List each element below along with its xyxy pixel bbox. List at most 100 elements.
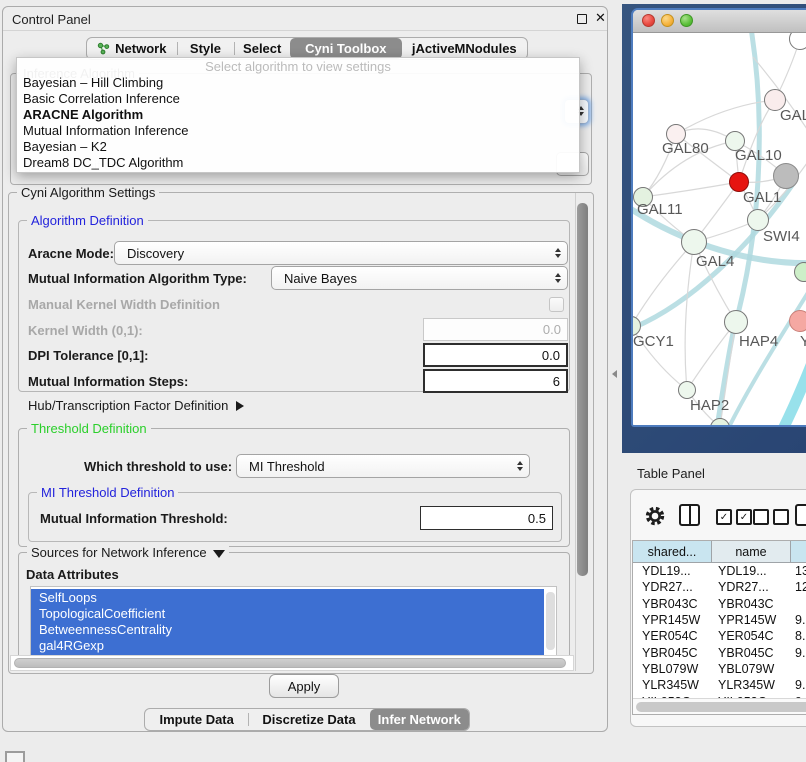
network-canvas[interactable]: GAL GAL80 GAL10 GAL1 GAL11 SWI4 GAL4 GCY… [633,33,806,427]
which-threshold-combobox[interactable]: MI Threshold [236,454,530,478]
table-row[interactable]: YDL19...YDL19...13 [633,563,806,579]
control-panel-titlebar[interactable] [3,7,607,31]
kernel-width-field[interactable]: 0.0 [423,318,568,341]
window-maximize-icon[interactable] [577,14,587,24]
node-y-clipped-salmon[interactable] [789,310,806,332]
cell[interactable]: 13 [791,564,806,578]
cell[interactable]: YDR27... [633,580,712,594]
data-attributes-label: Data Attributes [26,567,119,582]
node-label-gal1: GAL1 [743,189,781,206]
manual-kernel-checkbox[interactable] [549,297,564,312]
mi-steps-field[interactable]: 6 [423,369,568,393]
cell[interactable]: YDL19... [633,564,712,578]
table-hscrollbar-thumb[interactable] [636,702,806,712]
tab-cyni-toolbox[interactable]: Cyni Toolbox [290,38,402,59]
table-row[interactable]: YBR045CYBR045C9. [633,644,806,660]
column-header-name[interactable]: name [712,541,791,562]
table-row[interactable]: YER054CYER054C8. [633,628,806,644]
splitter-collapse-icon[interactable] [612,370,617,378]
list-vscrollbar-thumb[interactable] [546,592,555,650]
settings-hscrollbar-thumb[interactable] [14,658,566,668]
apply-button-label: Apply [288,679,321,694]
hub-definition-expander[interactable]: Hub/Transcription Factor Definition [28,398,244,413]
document-icon[interactable] [795,504,806,526]
settings-vscrollbar-thumb[interactable] [577,203,588,576]
table-row[interactable]: YPR145WYPR145W9. [633,612,806,628]
menu-item-bayesian-hill-climbing[interactable]: Bayesian – Hill Climbing [17,75,579,91]
mac-close-icon[interactable] [642,14,655,27]
menu-item-basic-correlation[interactable]: Basic Correlation Inference [17,91,579,107]
combo-stepper-icon [555,273,561,283]
mi-threshold-field[interactable]: 0.5 [420,506,553,530]
menu-item-bayesian-k2[interactable]: Bayesian – K2 [17,139,579,155]
menu-item-aracne[interactable]: ARACNE Algorithm [17,107,579,123]
mi-type-combobox[interactable]: Naive Bayes [271,266,568,290]
tab-impute-data-label: Impute Data [159,712,233,727]
cell[interactable]: YBR045C [712,646,791,660]
cell[interactable]: 9. [791,646,806,660]
list-item-topologicalcoefficient[interactable]: TopologicalCoefficient [39,606,165,621]
tab-style[interactable]: Style [177,38,235,59]
kernel-width-label: Kernel Width (0,1): [28,323,143,338]
cell[interactable]: YER054C [633,629,712,643]
node-unlabeled-gray[interactable] [773,163,799,189]
list-item-betweennesscentrality[interactable]: BetweennessCentrality [39,622,172,637]
cell[interactable]: 12 [791,580,806,594]
node-hap4[interactable] [724,310,748,334]
column-header-sharedname[interactable]: shared... [633,541,712,562]
tab-network[interactable]: Network [87,38,177,59]
cell[interactable]: YBR045C [633,646,712,660]
table-row[interactable]: YLR345WYLR345W9. [633,677,806,693]
tab-impute-data[interactable]: Impute Data [145,709,248,730]
network-window-titlebar[interactable] [633,10,806,33]
dpi-tolerance-label: DPI Tolerance [0,1]: [28,348,148,363]
tab-infer-network[interactable]: Infer Network [370,709,469,730]
mi-type-value: Naive Bayes [284,271,551,286]
tab-select-label: Select [243,41,281,56]
cell[interactable]: YDL19... [712,564,791,578]
mi-type-label: Mutual Information Algorithm Type: [28,271,247,286]
aracne-mode-combobox[interactable]: Discovery [114,241,568,265]
cell[interactable]: 9. [791,613,806,627]
node-gal4[interactable] [681,229,707,255]
cell[interactable]: 8. [791,629,806,643]
menu-item-dream8[interactable]: Dream8 DC_TDC Algorithm [17,155,579,171]
table-row[interactable]: YBR043CYBR043C [633,596,806,612]
gear-icon[interactable] [644,505,666,532]
clipped-panel-icon[interactable] [5,751,25,762]
cell[interactable]: YER054C [712,629,791,643]
cell[interactable]: YLR345W [712,678,791,692]
table-hscrollbar-track[interactable] [633,698,806,714]
cell[interactable]: YDR27... [712,580,791,594]
mac-zoom-icon[interactable] [680,14,693,27]
cell[interactable]: YPR145W [633,613,712,627]
dpi-tolerance-field[interactable]: 0.0 [423,343,568,367]
cell[interactable]: YBR043C [712,597,791,611]
tab-select[interactable]: Select [234,38,290,59]
window-close-icon[interactable]: ✕ [595,10,606,26]
column-header-clipped[interactable] [791,541,806,562]
tab-jactivemnodules[interactable]: jActiveMNodules [402,38,527,59]
cell[interactable]: YBL079W [712,662,791,676]
menu-item-mutual-information[interactable]: Mutual Information Inference [17,123,579,139]
mac-minimize-icon[interactable] [661,14,674,27]
cell[interactable]: 9. [791,678,806,692]
tab-discretize-data[interactable]: Discretize Data [248,709,369,730]
cell[interactable]: YBL079W [633,662,712,676]
list-item-selfloops[interactable]: SelfLoops [39,590,97,605]
tab-cyni-toolbox-label: Cyni Toolbox [305,41,386,56]
data-attributes-list[interactable]: SelfLoops TopologicalCoefficient Between… [30,586,557,656]
unchecked-pair-icon[interactable] [753,509,789,525]
cell[interactable]: YPR145W [712,613,791,627]
cell[interactable]: YBR043C [633,597,712,611]
threshold-definition-title: Threshold Definition [27,421,151,436]
table-row[interactable]: YDR27...YDR27...12 [633,579,806,595]
list-item-gal4rgexp[interactable]: gal4RGexp [39,638,104,653]
cell[interactable]: YLR345W [633,678,712,692]
apply-button[interactable]: Apply [269,674,339,698]
table-row[interactable]: YBL079WYBL079W [633,661,806,677]
checked-pair-icon[interactable]: ✓✓ [716,509,752,525]
network-window[interactable]: GAL GAL80 GAL10 GAL1 GAL11 SWI4 GAL4 GCY… [631,8,806,427]
split-columns-icon[interactable] [679,504,700,526]
sources-group-expander[interactable]: Sources for Network Inference [27,545,229,560]
